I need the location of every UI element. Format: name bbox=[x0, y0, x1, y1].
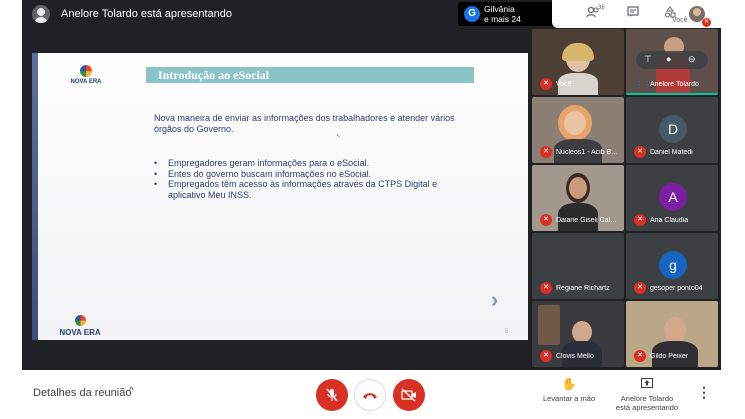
background-shelf bbox=[538, 305, 560, 345]
remove-icon[interactable]: ⊖ bbox=[688, 54, 696, 65]
next-arrow-icon: › bbox=[491, 287, 499, 312]
mic-off-icon: ✕ bbox=[540, 146, 552, 158]
viewer-names: Gilvânia e mais 24 bbox=[484, 4, 521, 24]
participant-tile[interactable]: ✕ Nucleos1 - Acib B... bbox=[532, 97, 624, 163]
participant-name: Regiane Richartz bbox=[556, 285, 610, 292]
participant-name: gesoper ponto04 bbox=[650, 285, 703, 292]
slide-bullet: Entes do governo buscam informações no e… bbox=[154, 169, 474, 180]
slide-bullets: Empregadores geram informações para o eS… bbox=[154, 158, 474, 200]
presenter-avatar bbox=[32, 5, 50, 23]
participant-name: Daiane Giseli Cat... bbox=[556, 217, 617, 224]
presenting-line1: Anelore Tolardo bbox=[620, 394, 674, 403]
logo-swirl-icon bbox=[80, 65, 92, 77]
more-options-icon[interactable]: ⋮ bbox=[697, 384, 711, 401]
leave-call-button[interactable] bbox=[354, 379, 386, 411]
mic-off-icon bbox=[326, 388, 338, 402]
hang-up-icon bbox=[363, 393, 377, 399]
presenting-line2: está apresentando bbox=[615, 403, 679, 412]
participant-face bbox=[564, 111, 586, 135]
participant-tile-active[interactable]: ⊤ ● ⊖ ⋮⋮ Anelore Tolardo bbox=[626, 29, 718, 95]
viewer-name-line2: e mais 24 bbox=[484, 14, 521, 24]
slide-bullet: Empregadores geram informações para o eS… bbox=[154, 158, 474, 169]
mic-off-icon: ✕ bbox=[634, 214, 646, 226]
presenter-status: Anelore Tolardo está apresentando bbox=[61, 8, 233, 20]
bottom-toolbar: Detalhes da reunião ^ ✋ Levantar a mão A… bbox=[22, 370, 721, 419]
participant-tile[interactable]: ✕ Daiane Giseli Cat... bbox=[532, 165, 624, 231]
raise-hand-icon[interactable]: ✋ bbox=[559, 377, 579, 391]
presenting-status-button[interactable]: Anelore Tolardo está apresentando bbox=[607, 394, 687, 412]
slide-intro: Nova maneira de enviar as informações do… bbox=[154, 113, 455, 134]
participant-name: Nucleos1 - Acib B... bbox=[556, 149, 618, 156]
participant-tile[interactable]: ✕ Regiane Richartz bbox=[532, 233, 624, 299]
participant-tile[interactable]: ✕ Gildo Peixer bbox=[626, 301, 718, 367]
participant-name: Gildo Peixer bbox=[650, 353, 689, 360]
mic-icon[interactable]: ● bbox=[666, 54, 671, 64]
slide-title: Introdução ao eSocial bbox=[158, 68, 270, 82]
self-label: Você bbox=[672, 17, 688, 24]
camera-toggle-button[interactable] bbox=[393, 379, 425, 411]
mic-off-icon: ✕ bbox=[634, 146, 646, 158]
participant-name: Clovis Mello bbox=[556, 353, 594, 360]
tile-controls: ⊤ ● ⊖ bbox=[636, 51, 708, 69]
top-right-panel: 36 Você ✕ bbox=[552, 0, 721, 28]
chat-icon[interactable] bbox=[627, 6, 639, 21]
participant-face bbox=[569, 177, 587, 199]
mic-off-icon: ✕ bbox=[540, 214, 552, 226]
mic-off-icon: ✕ bbox=[540, 282, 552, 294]
participant-tile[interactable]: D ✕ Daniel Matedi bbox=[626, 97, 718, 163]
meeting-details-button[interactable]: Detalhes da reunião bbox=[33, 387, 131, 399]
participant-avatar: D bbox=[659, 115, 687, 143]
mic-off-icon: ✕ bbox=[540, 78, 552, 90]
pin-icon[interactable]: ⊤ bbox=[644, 54, 652, 65]
slide-title-bar: Introdução ao eSocial bbox=[146, 67, 474, 83]
slide-bullet: Empregados têm acesso às informações atr… bbox=[154, 179, 474, 200]
viewers-chip[interactable]: G Gilvânia e mais 24 bbox=[458, 2, 562, 26]
participant-name: Ana Claudia bbox=[650, 217, 689, 224]
slide-side-band bbox=[32, 53, 38, 340]
speaking-indicator-icon: ⋮⋮ bbox=[635, 80, 651, 89]
participant-tile[interactable]: A ✕ Ana Claudia bbox=[626, 165, 718, 231]
participant-avatar: A bbox=[659, 183, 687, 211]
mouse-cursor-icon: ↖ bbox=[336, 134, 342, 140]
active-speaker-bar bbox=[626, 93, 718, 95]
people-count: 36 bbox=[598, 5, 605, 11]
participant-face bbox=[572, 321, 592, 343]
participant-name: Anelore Tolardo bbox=[650, 81, 699, 88]
logo-text: NOVA ERA bbox=[59, 328, 101, 337]
participant-hair bbox=[562, 43, 594, 61]
participant-name: Você bbox=[556, 81, 572, 88]
meeting-stage: Anelore Tolardo está apresentando G Gilv… bbox=[22, 0, 721, 370]
top-bar: Anelore Tolardo está apresentando G Gilv… bbox=[22, 0, 721, 28]
mic-off-icon: ✕ bbox=[540, 350, 552, 362]
chevron-up-icon[interactable]: ^ bbox=[129, 386, 134, 397]
participant-name: Daniel Matedi bbox=[650, 149, 693, 156]
viewer-avatar: G bbox=[464, 6, 480, 22]
logo-swirl-icon bbox=[74, 315, 86, 326]
mic-toggle-button[interactable] bbox=[316, 379, 348, 411]
viewer-name-line1: Gilvânia bbox=[484, 4, 515, 14]
participant-tile[interactable]: ✕ Você bbox=[532, 29, 624, 95]
nova-era-logo: NOVA ERA bbox=[68, 65, 104, 91]
presentation-slide: NOVA ERA Introdução ao eSocial Nova mane… bbox=[32, 53, 528, 340]
participant-face bbox=[664, 317, 686, 343]
participant-tile[interactable]: g ✕ gesoper ponto04 bbox=[626, 233, 718, 299]
logo-text: NOVA ERA bbox=[70, 79, 102, 85]
raise-hand-button[interactable]: Levantar a mão bbox=[534, 394, 604, 403]
nova-era-logo-bottom: NOVA ERA bbox=[44, 315, 116, 340]
mic-off-icon: ✕ bbox=[702, 18, 711, 27]
present-screen-icon[interactable] bbox=[637, 377, 657, 391]
mic-off-icon: ✕ bbox=[634, 282, 646, 294]
camera-off-icon bbox=[401, 388, 416, 402]
participant-avatar: g bbox=[659, 251, 687, 279]
participant-tile[interactable]: ✕ Clovis Mello bbox=[532, 301, 624, 367]
slide-page-number: 5 bbox=[505, 329, 509, 335]
mic-off-icon: ✕ bbox=[634, 350, 646, 362]
